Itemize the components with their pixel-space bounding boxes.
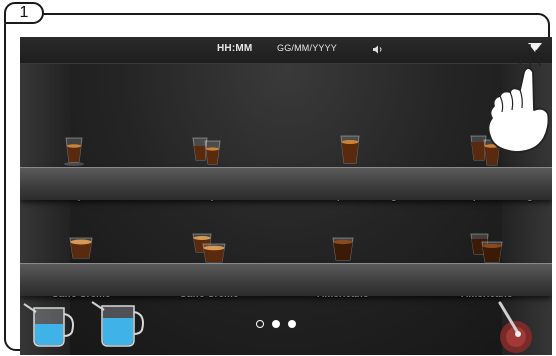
volume-icon [373, 45, 382, 54]
step-number: 1 [19, 4, 29, 21]
page-dot[interactable] [256, 320, 264, 328]
dropdown-menu-button[interactable] [526, 41, 544, 55]
status-bar: HH:MM GG/MM/YYYY [20, 37, 552, 64]
status-date: GG/MM/YYYY [277, 43, 338, 53]
page-dot[interactable] [272, 320, 280, 328]
status-time: HH:MM [217, 43, 253, 54]
shelf-row-2 [20, 263, 552, 296]
page-dot[interactable] [288, 320, 296, 328]
chevron-down-icon [528, 43, 542, 52]
hot-water-pitcher-large-icon[interactable] [90, 294, 148, 350]
single-lungo-cup-icon [340, 135, 360, 164]
steam-wand-icon[interactable] [482, 299, 542, 353]
single-espresso-cup-icon [64, 137, 84, 166]
shelf-row-1 [20, 167, 552, 200]
page-indicator [256, 320, 296, 328]
double-espresso-cup-icon [192, 137, 221, 165]
double-lungo-cup-icon [470, 135, 501, 166]
hot-water-pitcher-icon[interactable] [22, 294, 80, 350]
coffee-machine-display: HH:MM GG/MM/YYYY Caffè Espresso Caffè Es… [20, 37, 552, 355]
step-number-badge: 1 [4, 2, 44, 24]
